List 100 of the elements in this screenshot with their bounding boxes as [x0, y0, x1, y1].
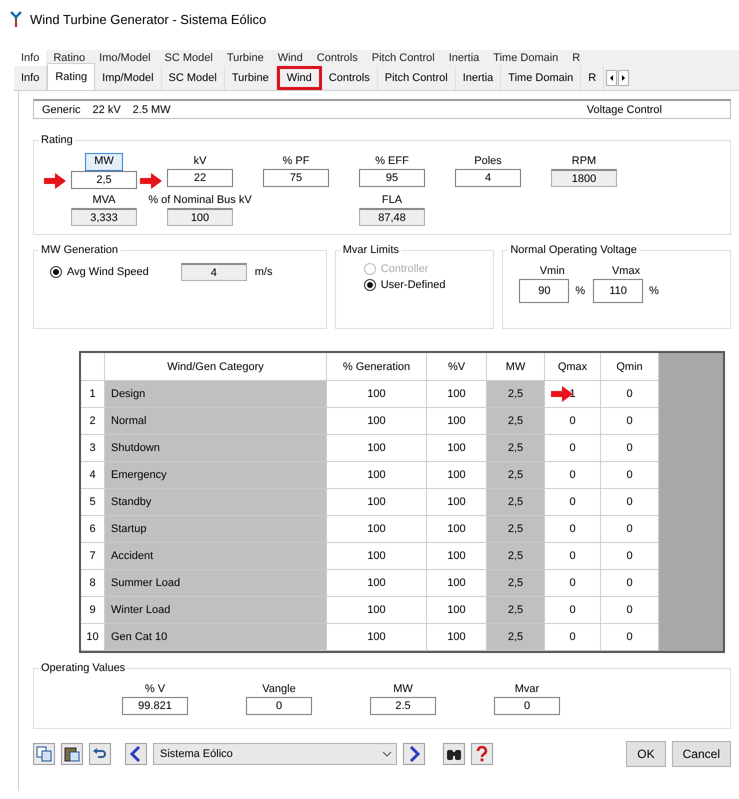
table-cell[interactable]: 2,5: [487, 435, 545, 462]
table-cell[interactable]: 100: [427, 624, 487, 651]
tab[interactable]: Time Domain: [486, 50, 566, 66]
table-cell[interactable]: Standby: [105, 489, 327, 516]
table-cell[interactable]: 100: [427, 570, 487, 597]
icon-button[interactable]: [89, 743, 111, 765]
table-cell[interactable]: 100: [327, 516, 427, 543]
input-field[interactable]: 2,5: [71, 171, 137, 189]
table-cell[interactable]: 0: [601, 435, 659, 462]
tab[interactable]: SC Model: [158, 50, 220, 66]
input-field[interactable]: 95: [359, 169, 425, 187]
table-cell[interactable]: 100: [327, 570, 427, 597]
table-cell[interactable]: 0: [545, 543, 601, 570]
element-dropdown[interactable]: Sistema Eólico: [153, 743, 397, 765]
tab[interactable]: Pitch Control: [364, 50, 442, 66]
tab[interactable]: Ratino: [46, 50, 92, 66]
table-cell[interactable]: Normal: [105, 408, 327, 435]
table-cell[interactable]: 100: [327, 489, 427, 516]
table-cell[interactable]: 0: [545, 624, 601, 651]
table-cell[interactable]: 100: [427, 435, 487, 462]
table-cell[interactable]: Accident: [105, 543, 327, 570]
input-field[interactable]: 99.821: [122, 697, 188, 715]
table-cell[interactable]: Design: [105, 381, 327, 408]
table-cell[interactable]: 100: [327, 543, 427, 570]
icon-button[interactable]: [33, 743, 55, 765]
table-cell[interactable]: Emergency: [105, 462, 327, 489]
radio-icon[interactable]: [364, 279, 376, 291]
input-field[interactable]: 75: [263, 169, 329, 187]
table-cell[interactable]: 0: [545, 462, 601, 489]
table-cell[interactable]: 0: [601, 489, 659, 516]
scroll-right-icon[interactable]: [618, 70, 630, 86]
previous-button[interactable]: [125, 743, 147, 765]
table-cell[interactable]: 2,5: [487, 408, 545, 435]
icon-button[interactable]: [61, 743, 83, 765]
table-cell[interactable]: 100: [327, 462, 427, 489]
table-cell[interactable]: 0: [601, 381, 659, 408]
tab[interactable]: Turbine: [224, 66, 277, 90]
table-cell[interactable]: 100: [427, 408, 487, 435]
tab[interactable]: Imp/Model: [95, 66, 162, 90]
table-cell[interactable]: 0: [545, 489, 601, 516]
next-button[interactable]: [403, 743, 425, 765]
input-field[interactable]: 110: [593, 279, 644, 303]
field-label-button[interactable]: MW: [85, 153, 123, 171]
dialog-button[interactable]: OK: [626, 741, 666, 767]
table-cell[interactable]: 0: [601, 516, 659, 543]
table-cell[interactable]: 0: [601, 597, 659, 624]
tab[interactable]: Controls: [310, 50, 365, 66]
tab[interactable]: Rating: [47, 63, 96, 90]
tab[interactable]: Info: [14, 50, 46, 66]
table-cell[interactable]: 100: [427, 489, 487, 516]
table-cell[interactable]: 2,5: [487, 381, 545, 408]
table-cell[interactable]: Gen Cat 10: [105, 624, 327, 651]
table-cell[interactable]: 0: [545, 570, 601, 597]
table-cell[interactable]: Winter Load: [105, 597, 327, 624]
table-cell[interactable]: Shutdown: [105, 435, 327, 462]
tab[interactable]: Imo/Model: [92, 50, 158, 66]
tab[interactable]: R: [581, 66, 604, 90]
table-cell[interactable]: 2,5: [487, 597, 545, 624]
table-cell[interactable]: 0: [545, 597, 601, 624]
table-cell[interactable]: 100: [327, 435, 427, 462]
table-cell[interactable]: 100: [427, 516, 487, 543]
table-cell[interactable]: 0: [601, 408, 659, 435]
table-cell[interactable]: 100: [327, 381, 427, 408]
radio-icon[interactable]: [50, 266, 62, 278]
table-cell[interactable]: 100: [427, 462, 487, 489]
table-cell[interactable]: 1: [545, 381, 601, 408]
help-button[interactable]: [471, 743, 493, 765]
tab[interactable]: Wind: [270, 50, 310, 66]
table-cell[interactable]: 2,5: [487, 516, 545, 543]
table-cell[interactable]: 100: [327, 408, 427, 435]
tab[interactable]: Time Domain: [501, 66, 582, 90]
table-cell[interactable]: 0: [545, 408, 601, 435]
table-cell[interactable]: 0: [601, 570, 659, 597]
dialog-button[interactable]: Cancel: [672, 741, 731, 767]
tab[interactable]: Inertia: [442, 50, 486, 66]
tab[interactable]: Turbine: [220, 50, 271, 66]
table-cell[interactable]: 2,5: [487, 624, 545, 651]
table-cell[interactable]: 100: [427, 543, 487, 570]
input-field[interactable]: 0: [246, 697, 312, 715]
find-button[interactable]: [443, 743, 465, 765]
table-cell[interactable]: 0: [545, 435, 601, 462]
table-cell[interactable]: 2,5: [487, 543, 545, 570]
table-cell[interactable]: 0: [601, 543, 659, 570]
table-cell[interactable]: 100: [327, 597, 427, 624]
input-field[interactable]: 2.5: [370, 697, 436, 715]
table-cell[interactable]: 0: [601, 624, 659, 651]
table-cell[interactable]: 2,5: [487, 570, 545, 597]
table-cell[interactable]: 100: [327, 624, 427, 651]
table-cell[interactable]: Startup: [105, 516, 327, 543]
input-field[interactable]: 4: [455, 169, 521, 187]
tab[interactable]: SC Model: [162, 66, 225, 90]
table-cell[interactable]: 100: [427, 597, 487, 624]
table-cell[interactable]: 2,5: [487, 462, 545, 489]
tab[interactable]: R: [565, 50, 588, 66]
tab[interactable]: Wind: [276, 66, 322, 90]
input-field[interactable]: 0: [494, 697, 560, 715]
tab[interactable]: Inertia: [456, 66, 502, 90]
table-cell[interactable]: 0: [545, 516, 601, 543]
input-field[interactable]: 22: [167, 169, 233, 187]
table-cell[interactable]: 0: [601, 462, 659, 489]
